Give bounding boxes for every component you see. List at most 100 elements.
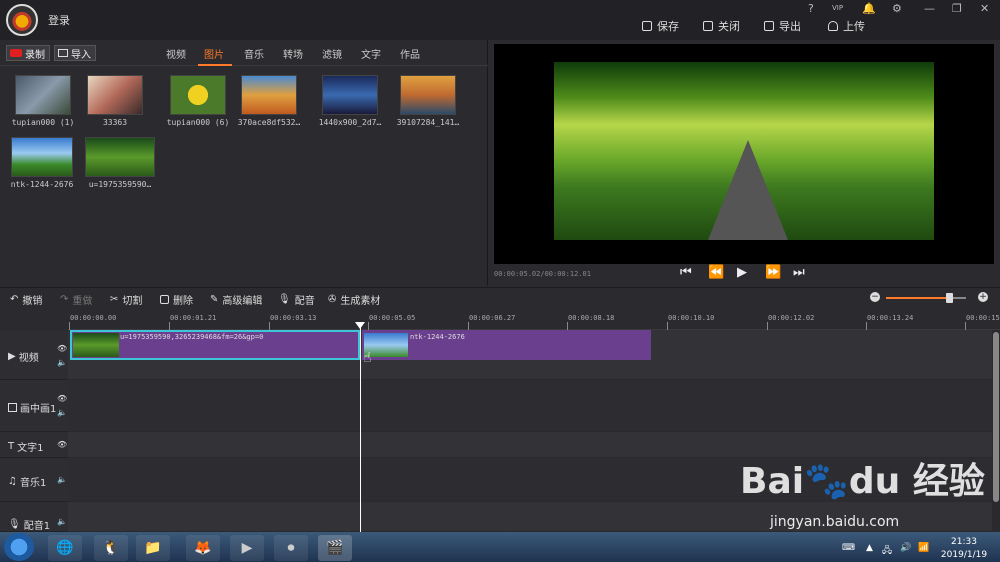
gear-icon[interactable]: ⚙ [892,2,902,15]
ruler-mark [866,322,867,330]
ruler-mark [965,322,966,330]
minimize-icon[interactable]: — [924,2,935,15]
tab-filter[interactable]: 滤镜 [322,46,342,61]
visibility-icon[interactable]: 👁 [57,344,67,353]
save-icon [642,21,652,31]
tab-text[interactable]: 文字 [361,46,381,61]
first-frame-button[interactable]: ⏮ [680,265,692,280]
ruler-mark [368,322,369,330]
media-thumb[interactable] [11,137,73,177]
speaker-icon[interactable]: 🔈 [57,475,67,484]
tab-music[interactable]: 音乐 [244,46,264,61]
upload-button[interactable]: 上传 [828,18,865,34]
track-label-pip: 画中画1 [8,400,56,415]
ruler-mark [69,322,70,330]
app-logo[interactable] [6,4,38,36]
advanced-edit-button[interactable]: ✎ 高级编辑 [210,292,262,307]
voiceover-button[interactable]: 🎙 配音 [278,292,315,307]
undo-button[interactable]: ↶ 撤销 [10,292,42,307]
ruler-tick: 00:00:13.24 [867,314,914,322]
volume-icon[interactable]: 🔊 [900,543,911,553]
close-window-icon[interactable]: ✕ [980,2,989,15]
ruler-tick: 00:00:01.21 [170,314,217,322]
music-note-icon: ♫ [8,476,17,487]
keyboard-icon[interactable]: ⌨ [842,543,855,553]
media-thumb[interactable] [15,75,71,115]
maximize-icon[interactable]: ❐ [952,2,962,15]
zoom-out-button[interactable]: − [870,292,880,302]
speaker-icon[interactable]: 🔈 [57,358,67,367]
playhead-handle[interactable] [355,322,365,329]
media-thumb[interactable] [87,75,143,115]
explorer-icon[interactable]: 📁 [136,535,170,561]
next-frame-button[interactable]: ⏩ [765,265,781,280]
scissors-icon: ✂ [110,294,119,305]
zoom-slider-handle[interactable] [946,293,953,303]
baidu-watermark: Bai🐾du 经验 [740,461,985,502]
track-pip[interactable] [68,380,992,432]
ruler-tick: 00:00:00.00 [70,314,117,322]
close-button[interactable]: 关闭 [703,18,740,34]
start-button[interactable] [4,533,34,561]
ruler-mark [767,322,768,330]
zoom-slider-fill [886,297,950,299]
media-thumb[interactable] [400,75,456,115]
ruler-mark [567,322,568,330]
prev-frame-button[interactable]: ⏪ [708,265,724,280]
media-label: tupian000 (6) [166,118,230,127]
media-thumb[interactable] [170,75,226,115]
generate-material-button[interactable]: ✇ 生成素材 [328,292,380,307]
help-icon[interactable]: ? [808,2,814,15]
recorder-icon[interactable]: ⏺ [274,535,308,561]
active-tab-indicator [198,64,232,66]
save-button[interactable]: 保存 [642,18,679,34]
redo-button[interactable]: ↷ 重做 [60,292,92,307]
ruler-tick: 00:00:10.10 [668,314,715,322]
last-frame-button[interactable]: ⏭ [793,265,805,280]
visibility-icon[interactable]: 👁 [57,394,67,403]
cut-button[interactable]: ✂ 切割 [110,292,142,307]
editor-app-icon[interactable]: 🎬 [318,535,352,561]
login-link[interactable]: 登录 [48,12,70,28]
tab-video[interactable]: 视频 [166,46,186,61]
bell-icon[interactable]: 🔔 [862,2,876,15]
firefox-icon[interactable]: 🦊 [186,535,220,561]
speaker-icon[interactable]: 🔈 [57,517,67,526]
network-icon[interactable]: 🖧 [882,543,892,559]
media-thumb[interactable] [85,137,155,177]
media-label: 1440x900_2d7… [318,118,382,127]
visibility-icon[interactable]: 👁 [57,440,67,449]
video-app-icon[interactable]: ▶ [230,535,264,561]
playhead[interactable] [360,322,361,532]
record-icon [10,49,22,57]
microphone-icon: 🎙 [278,294,291,305]
tab-works[interactable]: 作品 [400,46,420,61]
text-t-icon: T [8,441,15,452]
speaker-icon[interactable]: 🔈 [57,408,67,417]
vip-icon[interactable]: VIP [832,4,843,12]
system-clock[interactable]: 21:33 2019/1/19 [936,536,992,562]
tray-arrow-icon[interactable]: ▲ [866,543,873,553]
zoom-in-button[interactable]: + [978,292,988,302]
export-button[interactable]: 导出 [764,18,801,34]
media-thumb[interactable] [241,75,297,115]
track-label-music: ♫ 音乐1 [8,476,47,489]
track-label-voice: 🎙 配音1 [8,519,51,532]
qq-icon[interactable]: 🐧 [94,535,128,561]
delete-button[interactable]: 删除 [160,292,193,307]
play-button[interactable]: ▶ [737,265,747,280]
tab-transition[interactable]: 转场 [283,46,303,61]
hand-cursor-icon: ☝ [363,350,372,366]
ruler-mark [468,322,469,330]
timeline-scrollbar-thumb[interactable] [993,332,999,502]
record-button[interactable]: 录制 [6,45,50,61]
redo-icon: ↷ [60,294,69,305]
signal-icon[interactable]: 📶 [918,543,929,553]
import-button[interactable]: 导入 [54,45,96,61]
trash-icon [160,295,169,304]
tab-image[interactable]: 图片 [204,46,224,61]
export-icon [764,21,774,31]
media-thumb[interactable] [322,75,378,115]
edit-toolbar [0,287,1000,309]
browser-360-icon[interactable]: 🌐 [48,535,82,561]
